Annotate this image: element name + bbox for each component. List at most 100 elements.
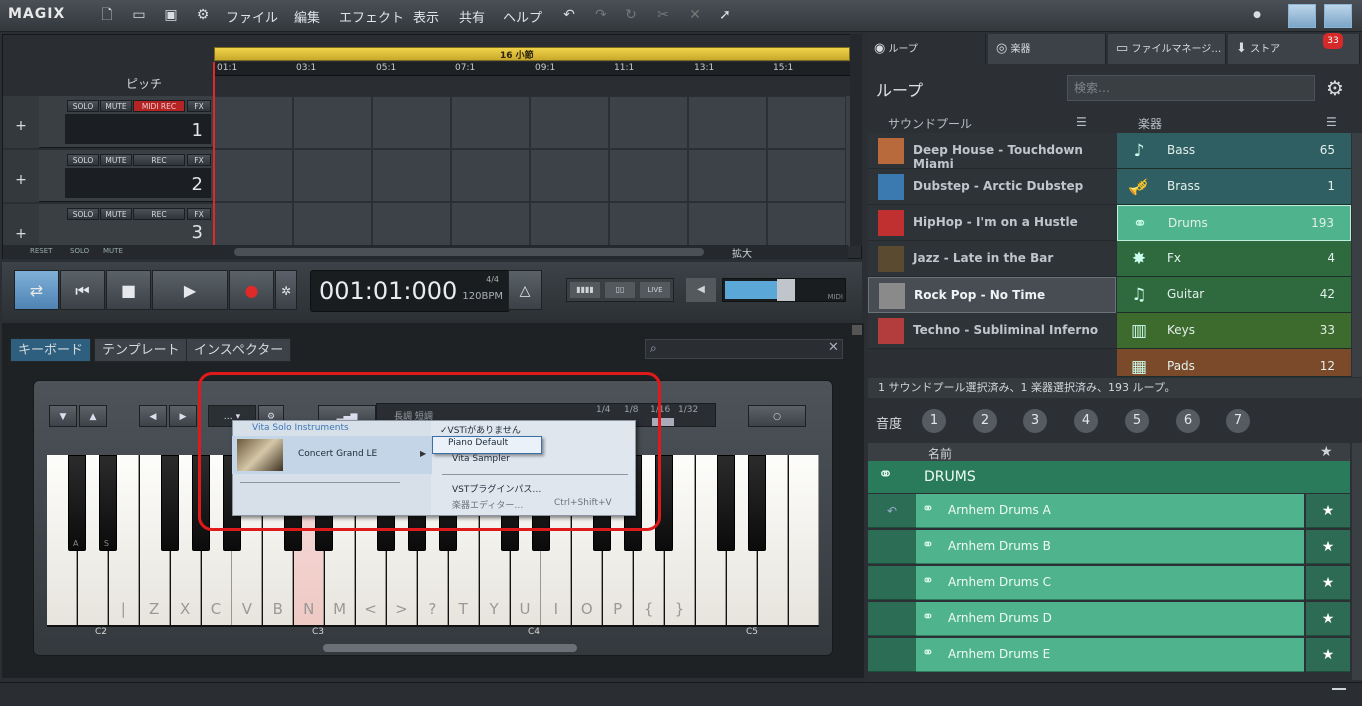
panel-maximize-icon[interactable] xyxy=(852,325,862,335)
tab-keyboard[interactable]: キーボード xyxy=(10,338,92,362)
redo-icon[interactable]: ↷ xyxy=(592,6,610,24)
keyboard-scrollbar[interactable] xyxy=(323,644,577,652)
star-column-icon[interactable]: ★ xyxy=(1320,444,1333,460)
instrument-bass[interactable]: ♪ Bass 65 xyxy=(1117,133,1351,169)
rewind-icon[interactable]: ⏮ xyxy=(60,270,105,310)
gear-icon[interactable]: ⚙ xyxy=(1326,76,1344,100)
menu-view[interactable]: 表示 xyxy=(413,7,439,26)
mode-button-1[interactable]: ▮▮▮▮ xyxy=(570,282,600,298)
fx-button[interactable]: FX xyxy=(187,100,211,112)
save-icon[interactable]: ▣ xyxy=(162,6,180,24)
pitch-button-5[interactable]: 5 xyxy=(1125,409,1149,433)
favorite-star-icon[interactable]: ★ xyxy=(1306,530,1350,564)
black-key[interactable] xyxy=(160,455,179,551)
tab-instruments[interactable]: ◎ 楽器 xyxy=(988,34,1106,64)
horizontal-scrollbar[interactable] xyxy=(234,248,704,256)
fx-button[interactable]: FX xyxy=(187,154,211,166)
favorite-star-icon[interactable]: ★ xyxy=(1306,602,1350,636)
minimize-icon[interactable] xyxy=(1332,688,1346,690)
sort-icon[interactable]: ☰ xyxy=(1326,115,1337,129)
pitch-dropdown[interactable]: ピッチ xyxy=(126,75,162,92)
quant-1-32[interactable]: 1/32 xyxy=(678,405,698,415)
play-icon[interactable]: ▶ xyxy=(152,270,228,310)
menu-share[interactable]: 共有 xyxy=(459,7,485,26)
black-key[interactable] xyxy=(747,455,766,551)
volume-icon[interactable]: ◀ xyxy=(686,278,716,302)
scissors-icon[interactable]: ✂ xyxy=(654,6,672,24)
loop-item[interactable]: ⚭ Arnhem Drums D xyxy=(916,602,1304,636)
soundpool-item-selected[interactable]: Rock Pop - No Time xyxy=(868,277,1116,313)
pointer-icon[interactable]: ➚ xyxy=(716,6,734,24)
reset-button[interactable]: RESET xyxy=(30,247,52,255)
instrument-drums-selected[interactable]: ⚭ Drums 193 xyxy=(1117,205,1351,241)
tab-file-manager[interactable]: ▭ ファイルマネージ… xyxy=(1108,34,1226,64)
vertical-scrollbar[interactable] xyxy=(850,34,862,246)
pitch-button-6[interactable]: 6 xyxy=(1176,409,1200,433)
pitch-button-4[interactable]: 4 xyxy=(1074,409,1098,433)
sort-icon[interactable]: ☰ xyxy=(1076,115,1087,129)
loops-scrollbar[interactable] xyxy=(1352,443,1362,680)
menu-file[interactable]: ファイル xyxy=(226,7,278,26)
solo-button[interactable]: SOLO xyxy=(67,208,99,220)
zoom-dropdown[interactable]: 拡大 xyxy=(732,245,752,260)
loop-item[interactable]: ⚭ Arnhem Drums E xyxy=(916,638,1304,672)
pitch-button-2[interactable]: 2 xyxy=(973,409,997,433)
mute-button[interactable]: MUTE xyxy=(100,154,132,166)
tab-template[interactable]: テンプレート xyxy=(94,338,188,362)
rec-button[interactable]: REC xyxy=(133,208,185,220)
live-button[interactable]: LIVE xyxy=(640,282,670,298)
loop-button[interactable]: ⇄ xyxy=(14,270,59,310)
loop-item[interactable]: ⚭ Arnhem Drums B xyxy=(916,530,1304,564)
rec-button[interactable]: REC xyxy=(133,154,185,166)
mute-button[interactable]: MUTE xyxy=(100,208,132,220)
record-icon[interactable]: ● xyxy=(229,270,274,310)
solo-all-button[interactable]: SOLO xyxy=(70,247,89,255)
octave-up-button[interactable]: ▲ xyxy=(79,405,107,427)
instrument-keys[interactable]: ▥ Keys 33 xyxy=(1117,313,1351,349)
prev-preset-button[interactable]: ◀ xyxy=(139,405,167,427)
add-icon[interactable]: + xyxy=(3,96,39,148)
name-column-header[interactable]: 名前 xyxy=(928,445,952,462)
black-key[interactable]: A xyxy=(68,455,86,551)
loops-search-input[interactable]: 検索… xyxy=(1067,75,1315,101)
tab-loops[interactable]: ◉ ループ xyxy=(866,34,986,64)
pitch-button-7[interactable]: 7 xyxy=(1226,409,1250,433)
undo-icon[interactable]: ↶ xyxy=(560,6,578,24)
soundpool-column-header[interactable]: サウンドプール xyxy=(888,115,972,132)
instrument-fx[interactable]: ✸ Fx 4 xyxy=(1117,241,1351,277)
arrange-grid[interactable] xyxy=(214,96,850,246)
soundpool-item[interactable]: Deep House - Touchdown Miami xyxy=(868,133,1116,171)
midi-rec-button[interactable]: MIDI REC xyxy=(133,100,185,112)
black-key[interactable] xyxy=(716,455,735,551)
settings-gear-icon[interactable]: ⚙ xyxy=(194,6,212,24)
instrument-scrollbar[interactable] xyxy=(1352,133,1362,377)
bpm-display[interactable]: 120BPM xyxy=(462,291,503,302)
mode-button-2[interactable]: ▯▯ xyxy=(605,282,635,298)
white-key[interactable] xyxy=(788,455,819,625)
soundpool-item[interactable]: Jazz - Late in the Bar xyxy=(868,241,1116,277)
soundpool-item[interactable]: Techno - Subliminal Inferno xyxy=(868,313,1116,349)
open-folder-icon[interactable]: ▭ xyxy=(130,6,148,24)
instrument-brass[interactable]: 🎺 Brass 1 xyxy=(1117,169,1351,205)
layout-button-2[interactable] xyxy=(1324,4,1352,28)
loop-item[interactable]: ⚭ Arnhem Drums C xyxy=(916,566,1304,600)
favorite-star-icon[interactable]: ★ xyxy=(1306,638,1350,672)
pitch-button-1[interactable]: 1 xyxy=(922,409,946,433)
mute-all-button[interactable]: MUTE xyxy=(103,247,123,255)
black-key[interactable]: S xyxy=(98,455,117,551)
master-volume-slider[interactable]: MIDI xyxy=(722,278,846,302)
octave-down-button[interactable]: ▼ xyxy=(49,405,77,427)
solo-button[interactable]: SOLO xyxy=(67,100,99,112)
clear-search-icon[interactable]: ✕ xyxy=(828,340,839,355)
menu-edit[interactable]: 編集 xyxy=(294,7,320,26)
layout-button-1[interactable] xyxy=(1288,4,1316,28)
add-icon[interactable]: + xyxy=(3,204,39,246)
delete-icon[interactable]: ✕ xyxy=(686,6,704,24)
mute-button[interactable]: MUTE xyxy=(100,100,132,112)
menu-effect[interactable]: エフェクト xyxy=(339,7,404,26)
solo-button[interactable]: SOLO xyxy=(67,154,99,166)
instrument-pads[interactable]: ▦ Pads 12 xyxy=(1117,349,1351,377)
menu-help[interactable]: ヘルプ xyxy=(503,7,542,26)
next-preset-button[interactable]: ▶ xyxy=(169,405,197,427)
soundpool-item[interactable]: HipHop - I'm on a Hustle xyxy=(868,205,1116,241)
